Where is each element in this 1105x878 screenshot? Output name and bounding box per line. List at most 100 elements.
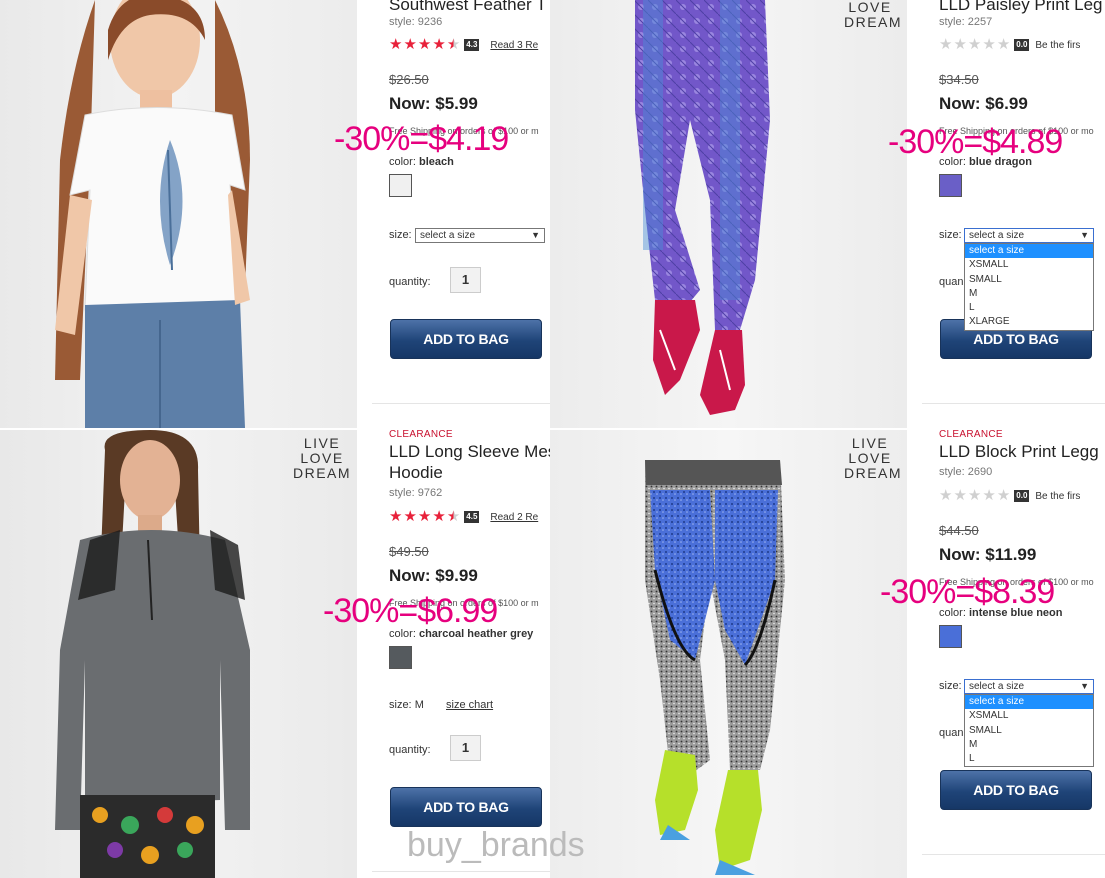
sale-price: Now: $11.99 xyxy=(939,545,1037,564)
divider xyxy=(372,871,550,872)
divider xyxy=(922,854,1105,855)
promo-price-overlay: -30%=$4.89 xyxy=(888,123,1063,161)
clearance-tag: CLEARANCE xyxy=(389,430,453,440)
size-option[interactable]: select a size xyxy=(965,244,1093,259)
product-title-line-2[interactable]: Hoodie xyxy=(389,462,443,483)
rating-stars: ★ ★ ★ ★ ★ 0.0 Be the firs xyxy=(939,36,1080,53)
size-select[interactable]: select a size ▼ xyxy=(415,228,545,243)
size-dropdown-list[interactable]: select a size XSMALL SMALL M L XLARGE xyxy=(964,243,1094,331)
model-photo-block-leggings xyxy=(645,460,785,875)
star-icon: ★ xyxy=(389,36,403,53)
product-image-block-leggings[interactable]: LIVE LOVE DREAM xyxy=(550,430,907,878)
quantity-label: quan xyxy=(939,276,964,288)
size-dropdown-list[interactable]: select a size XSMALL SMALL M L xyxy=(964,694,1094,768)
size-label: size: xyxy=(389,229,412,241)
quantity-input[interactable]: 1 xyxy=(450,735,481,761)
reviews-link[interactable]: Be the firs xyxy=(1035,491,1080,502)
product-title-line-1[interactable]: LLD Long Sleeve Mes xyxy=(389,441,550,462)
size-option[interactable]: SMALL xyxy=(965,724,1093,738)
star-icon: ★ xyxy=(996,487,1011,504)
star-icon: ★ xyxy=(432,508,446,525)
promo-price-overlay: -30%=$8.39 xyxy=(880,573,1055,611)
star-icon: ★ xyxy=(403,36,417,53)
sale-price: Now: $5.99 xyxy=(389,94,478,113)
star-icon: ★ xyxy=(982,487,996,504)
brand-logo-lld: LIVE LOVE DREAM xyxy=(293,435,352,481)
brand-logo-lld: LIVE LOVE DREAM xyxy=(844,435,903,481)
star-icon: ★ xyxy=(967,36,982,53)
product-info-paisley-leggings: LLD Paisley Print Leg style: 2257 ★ ★ ★ ★ ★ 0… xyxy=(907,0,1105,428)
size-option[interactable]: M xyxy=(965,287,1093,301)
promo-price-overlay: -30%=$4.19 xyxy=(334,120,509,158)
size-value: M xyxy=(414,699,424,711)
star-icon: ★ xyxy=(432,36,446,53)
star-icon: ★ xyxy=(403,508,417,525)
product-image-hoodie[interactable]: LIVE LOVE DREAM xyxy=(0,430,357,878)
add-to-bag-button[interactable]: ADD TO BAG xyxy=(940,770,1092,810)
color-swatch[interactable] xyxy=(939,625,962,648)
product-style-number: style: 9762 xyxy=(389,487,443,499)
size-label: size: xyxy=(939,229,962,241)
model-photo-hoodie xyxy=(55,430,250,878)
star-icon: ★ xyxy=(982,36,996,53)
model-photo-paisley-leggings xyxy=(635,0,770,415)
add-to-bag-button[interactable]: ADD TO BAG xyxy=(390,319,542,359)
product-info-hoodie: CLEARANCE LLD Long Sleeve Mes Hoodie sty… xyxy=(357,430,550,878)
star-icon: ★ xyxy=(953,487,967,504)
product-image-paisley-leggings[interactable]: LOVE DREAM xyxy=(550,0,907,428)
reviews-link[interactable]: Read 3 Re xyxy=(490,40,538,51)
size-chart-link[interactable]: size chart xyxy=(446,699,493,711)
star-icon: ★ xyxy=(417,36,432,53)
size-option[interactable]: XSMALL xyxy=(965,709,1093,723)
product-image-tshirt[interactable] xyxy=(0,0,357,428)
size-option[interactable]: L xyxy=(965,301,1093,315)
size-option[interactable]: XSMALL xyxy=(965,258,1093,272)
color-swatch[interactable] xyxy=(939,174,962,197)
star-icon: ★ xyxy=(939,36,953,53)
star-icon: ★ xyxy=(953,36,967,53)
model-photo-tshirt xyxy=(55,0,250,428)
size-option[interactable]: M xyxy=(965,738,1093,752)
rating-score: 0.0 xyxy=(1014,39,1030,51)
product-style-number: style: 2690 xyxy=(939,466,993,478)
size-option[interactable]: L xyxy=(965,752,1093,766)
size-option[interactable]: select a size xyxy=(965,695,1093,710)
product-info-block-leggings: CLEARANCE LLD Block Print Legg style: 26… xyxy=(907,430,1105,878)
product-style-number: style: 2257 xyxy=(939,16,993,28)
clearance-tag: CLEARANCE xyxy=(939,430,1003,440)
size-option[interactable]: XLARGE xyxy=(965,315,1093,329)
product-title[interactable]: LLD Paisley Print Leg xyxy=(939,0,1102,15)
color-swatch[interactable] xyxy=(389,646,412,669)
star-icon: ★ xyxy=(996,36,1011,53)
star-icon: ★ xyxy=(939,487,953,504)
star-icon: ★ xyxy=(446,508,461,525)
rating-score: 4.5 xyxy=(464,511,480,523)
sale-price: Now: $6.99 xyxy=(939,94,1028,113)
reviews-link[interactable]: Be the firs xyxy=(1035,40,1080,51)
dropdown-arrow-icon: ▼ xyxy=(1080,230,1089,240)
quantity-label: quantity: xyxy=(389,744,431,756)
dropdown-arrow-icon: ▼ xyxy=(1080,681,1089,691)
rating-stars: ★ ★ ★ ★ ★ 0.0 Be the firs xyxy=(939,487,1080,504)
sale-price: Now: $9.99 xyxy=(389,566,478,585)
original-price: $44.50 xyxy=(939,523,979,538)
add-to-bag-button[interactable]: ADD TO BAG xyxy=(390,787,542,827)
size-label: size: xyxy=(939,680,962,692)
size-label: size: M xyxy=(389,699,424,711)
watermark: buy_brands xyxy=(407,826,585,864)
product-title[interactable]: LLD Block Print Legg xyxy=(939,441,1099,462)
size-option[interactable]: SMALL xyxy=(965,273,1093,287)
product-style-number: style: 9236 xyxy=(389,16,443,28)
original-price: $34.50 xyxy=(939,72,979,87)
quantity-label: quantity: xyxy=(389,276,431,288)
quantity-label: quan xyxy=(939,727,964,739)
product-title[interactable]: Southwest Feather T xyxy=(389,0,547,15)
size-select[interactable]: select a size ▼ xyxy=(964,228,1094,243)
divider xyxy=(922,403,1105,404)
original-price: $49.50 xyxy=(389,544,429,559)
reviews-link[interactable]: Read 2 Re xyxy=(490,512,538,523)
color-swatch[interactable] xyxy=(389,174,412,197)
quantity-input[interactable]: 1 xyxy=(450,267,481,293)
brand-logo-lld: LOVE DREAM xyxy=(844,0,903,30)
size-select[interactable]: select a size ▼ xyxy=(964,679,1094,694)
